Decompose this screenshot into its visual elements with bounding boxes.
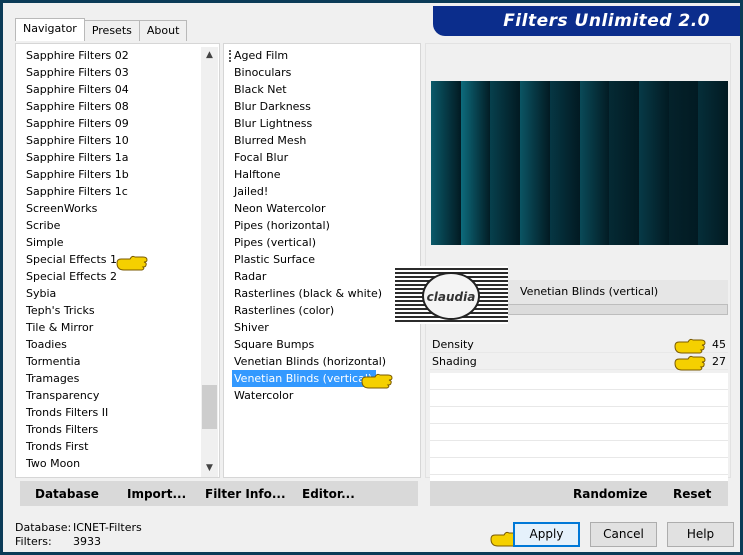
watermark-circle: claudia bbox=[422, 272, 480, 320]
category-list[interactable]: Sapphire Filters 02 Sapphire Filters 03 Sa… bbox=[24, 47, 199, 477]
category-item[interactable]: Sapphire Filters 03 bbox=[24, 64, 199, 81]
pointing-hand-icon bbox=[361, 373, 393, 389]
filter-item[interactable]: Radar bbox=[232, 268, 417, 285]
category-item[interactable]: Teph's Tricks bbox=[24, 302, 199, 319]
category-item[interactable]: Tronds Filters II bbox=[24, 404, 199, 421]
database-button[interactable]: Database bbox=[35, 487, 99, 501]
tab-bar: Navigator Presets About bbox=[15, 18, 188, 42]
filter-item[interactable]: Focal Blur bbox=[232, 149, 417, 166]
filter-item[interactable]: Jailed! bbox=[232, 183, 417, 200]
filter-item[interactable]: Neon Watercolor bbox=[232, 200, 417, 217]
filter-item[interactable]: Venetian Blinds (horizontal) bbox=[232, 353, 417, 370]
category-item[interactable]: Sapphire Filters 1a bbox=[24, 149, 199, 166]
category-item[interactable]: Special Effects 1 bbox=[24, 251, 199, 268]
blind-stripe bbox=[549, 81, 580, 245]
filter-item[interactable]: Pipes (vertical) bbox=[232, 234, 417, 251]
preview-image bbox=[431, 81, 728, 245]
pointing-hand-icon bbox=[674, 355, 706, 371]
category-item[interactable]: Transparency bbox=[24, 387, 199, 404]
title-banner: Filters Unlimited 2.0 bbox=[433, 6, 740, 36]
category-item[interactable]: Sybia bbox=[24, 285, 199, 302]
param-density-value[interactable]: 45 bbox=[712, 336, 726, 353]
list-toolbar: Database Import... Filter Info... Editor… bbox=[20, 481, 418, 506]
category-item[interactable]: Sapphire Filters 09 bbox=[24, 115, 199, 132]
category-item[interactable]: Simple bbox=[24, 234, 199, 251]
filter-item[interactable]: Plastic Surface bbox=[232, 251, 417, 268]
blind-stripe bbox=[668, 81, 699, 245]
database-label: Database: bbox=[15, 521, 72, 534]
editor-button[interactable]: Editor... bbox=[302, 487, 355, 501]
param-shading-value[interactable]: 27 bbox=[712, 353, 726, 370]
blind-stripe bbox=[431, 81, 461, 245]
import-button[interactable]: Import... bbox=[127, 487, 186, 501]
window-title: Filters Unlimited 2.0 bbox=[503, 11, 710, 31]
preview-toolbar: Randomize Reset bbox=[430, 481, 728, 506]
category-item[interactable]: Two Moon bbox=[24, 455, 199, 472]
apply-button[interactable]: Apply bbox=[513, 522, 580, 547]
param-shading-label: Shading bbox=[432, 355, 477, 368]
reset-button[interactable]: Reset bbox=[673, 487, 711, 501]
filter-item[interactable]: Black Net bbox=[232, 81, 417, 98]
blind-stripe bbox=[490, 81, 521, 245]
filter-item-selected[interactable]: Venetian Blinds (vertical) bbox=[232, 370, 377, 387]
help-button[interactable]: Help bbox=[667, 522, 734, 547]
empty-parameter-rows bbox=[430, 373, 728, 481]
scroll-down-icon[interactable]: ▼ bbox=[201, 460, 218, 477]
filters-count: 3933 bbox=[73, 535, 101, 548]
filter-item[interactable]: Shiver bbox=[232, 319, 417, 336]
filter-item[interactable]: Rasterlines (black & white) bbox=[232, 285, 417, 302]
category-item[interactable]: Scribe bbox=[24, 217, 199, 234]
pointing-hand-icon bbox=[674, 338, 706, 354]
filter-name: Venetian Blinds (vertical) bbox=[520, 285, 659, 298]
category-item[interactable]: Tormentia bbox=[24, 353, 199, 370]
filter-item[interactable]: Blur Darkness bbox=[232, 98, 417, 115]
blind-stripe bbox=[460, 81, 491, 245]
filter-info-button[interactable]: Filter Info... bbox=[205, 487, 286, 501]
filter-item[interactable]: Square Bumps bbox=[232, 336, 417, 353]
category-item[interactable]: ScreenWorks bbox=[24, 200, 199, 217]
filter-item[interactable]: Pipes (horizontal) bbox=[232, 217, 417, 234]
category-item[interactable]: Tronds First bbox=[24, 438, 199, 455]
category-item[interactable]: Sapphire Filters 08 bbox=[24, 98, 199, 115]
tab-about[interactable]: About bbox=[138, 20, 188, 41]
category-item[interactable]: Sapphire Filters 1c bbox=[24, 183, 199, 200]
filter-item[interactable]: Halftone bbox=[232, 166, 417, 183]
window-frame: Filters Unlimited 2.0 Navigator Presets … bbox=[0, 0, 743, 555]
filter-item[interactable]: Aged Film bbox=[232, 47, 417, 64]
category-item[interactable]: Special Effects 2 bbox=[24, 268, 199, 285]
category-item[interactable]: Tile & Mirror bbox=[24, 319, 199, 336]
param-density-label: Density bbox=[432, 338, 474, 351]
category-item[interactable]: Tramages bbox=[24, 370, 199, 387]
category-item[interactable]: Sapphire Filters 1b bbox=[24, 166, 199, 183]
category-scrollbar[interactable]: ▲ ▼ bbox=[201, 47, 218, 477]
category-item[interactable]: Sapphire Filters 04 bbox=[24, 81, 199, 98]
filter-item[interactable]: Rasterlines (color) bbox=[232, 302, 417, 319]
cancel-button[interactable]: Cancel bbox=[590, 522, 657, 547]
filter-item[interactable]: Blur Lightness bbox=[232, 115, 417, 132]
randomize-button[interactable]: Randomize bbox=[573, 487, 647, 501]
pointing-hand-icon bbox=[116, 255, 148, 271]
scroll-up-icon[interactable]: ▲ bbox=[201, 47, 218, 64]
blind-stripe bbox=[609, 81, 640, 245]
tab-presets[interactable]: Presets bbox=[83, 20, 140, 41]
category-item[interactable]: Tronds Filters bbox=[24, 421, 199, 438]
category-item[interactable]: Toadies bbox=[24, 336, 199, 353]
filter-item[interactable]: Blurred Mesh bbox=[232, 132, 417, 149]
blind-stripe bbox=[520, 81, 551, 245]
filters-label: Filters: bbox=[15, 535, 52, 548]
database-value: ICNET-Filters bbox=[73, 521, 142, 534]
tab-navigator[interactable]: Navigator bbox=[15, 18, 85, 41]
blind-stripe bbox=[698, 81, 728, 245]
filter-list[interactable]: Aged Film Binoculars Black Net Blur Darknes… bbox=[232, 47, 417, 477]
database-info: Database: ICNET-Filters Filters: 3933 bbox=[15, 521, 142, 549]
watermark-text: claudia bbox=[426, 290, 476, 304]
blind-stripe bbox=[579, 81, 610, 245]
category-item[interactable]: Sapphire Filters 10 bbox=[24, 132, 199, 149]
blind-stripe bbox=[638, 81, 669, 245]
watermark-logo: claudia bbox=[395, 266, 508, 324]
scroll-thumb[interactable] bbox=[202, 385, 217, 429]
filter-item[interactable]: Binoculars bbox=[232, 64, 417, 81]
category-item[interactable]: Sapphire Filters 02 bbox=[24, 47, 199, 64]
